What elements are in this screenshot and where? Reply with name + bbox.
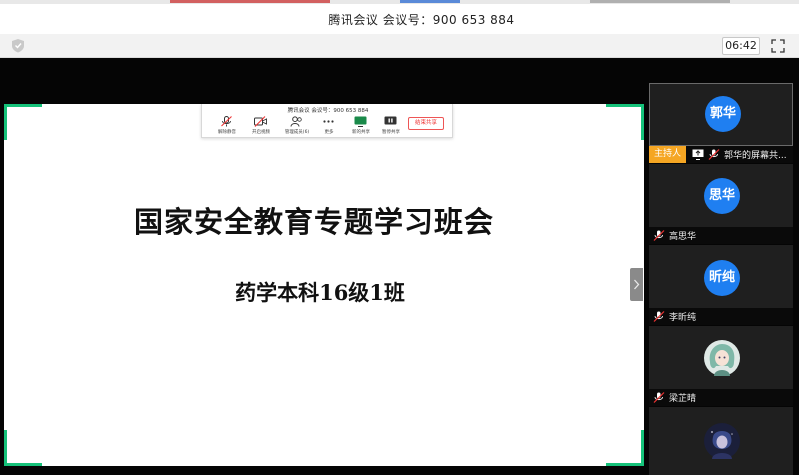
- new-share-icon: [354, 116, 367, 127]
- participant-tile[interactable]: [649, 407, 793, 475]
- participant-name: 李昕纯: [669, 313, 697, 323]
- start-video-button[interactable]: 开启视频: [244, 116, 278, 136]
- mic-muted-icon: [653, 311, 665, 322]
- share-frame-corner: [606, 430, 644, 466]
- shield-icon[interactable]: [11, 38, 25, 53]
- host-badge: 主持人: [649, 146, 686, 163]
- window-title-bar: 腾讯会议 会议号：900 653 884: [0, 0, 799, 34]
- pause-share-button[interactable]: 暂停共享: [374, 116, 408, 136]
- collapse-panel-button[interactable]: [630, 268, 643, 301]
- participant-tile[interactable]: 郭华: [649, 83, 793, 146]
- meeting-timer: 06:42: [722, 37, 760, 55]
- fullscreen-icon[interactable]: [771, 39, 785, 53]
- participant-tile[interactable]: 思华: [649, 164, 793, 227]
- participant-name: 高思华: [669, 232, 697, 242]
- mic-muted-icon: [653, 392, 665, 403]
- slide-title: 国家安全教育专题学习班会: [133, 205, 494, 239]
- participant-tile[interactable]: [649, 326, 793, 389]
- pause-share-icon: [384, 116, 397, 125]
- unmute-button[interactable]: 解除静音: [210, 116, 244, 136]
- share-frame-corner: [4, 104, 42, 140]
- mic-muted-icon: [221, 116, 232, 127]
- screen-share-icon: [692, 149, 704, 160]
- participant-tile[interactable]: 昕纯: [649, 245, 793, 308]
- participant-name-bar: 主持人 郭华的屏幕共...: [649, 146, 793, 163]
- share-frame-corner: [606, 104, 644, 140]
- mic-muted-icon: [653, 230, 665, 241]
- slide-subtitle: 药学本科16级1班: [235, 280, 405, 305]
- participant-name-bar: 李昕纯: [649, 308, 793, 325]
- more-icon: [323, 120, 334, 123]
- camera-off-icon: [254, 116, 267, 127]
- participant-name: 梁芷晴: [669, 394, 697, 404]
- share-frame-corner: [4, 430, 42, 466]
- chevron-right-icon: [634, 279, 640, 290]
- pause-share-label: 暂停共享: [382, 130, 400, 135]
- avatar: 郭华: [705, 96, 741, 132]
- stop-share-button[interactable]: 结束共享: [408, 117, 444, 130]
- avatar: [704, 340, 740, 376]
- participant-name-bar: 梁芷晴: [649, 389, 793, 406]
- avatar: [704, 423, 740, 459]
- mic-muted-icon: [708, 149, 720, 160]
- participant-name-bar: 高思华: [649, 227, 793, 244]
- meeting-status-bar: 06:42: [0, 34, 799, 58]
- shared-screen: 腾讯会议 会议号：900 653 884 解除静音 开启视频 管理成员(6) 更…: [4, 104, 644, 466]
- members-icon: [290, 116, 302, 127]
- share-mini-toolbar: 腾讯会议 会议号：900 653 884 解除静音 开启视频 管理成员(6) 更…: [201, 104, 453, 138]
- avatar: 思华: [704, 178, 740, 214]
- share-meeting-id: 腾讯会议 会议号：900 653 884: [287, 108, 369, 114]
- window-title: 腾讯会议 会议号：900 653 884: [328, 13, 515, 27]
- taskbar-strip: [0, 0, 799, 4]
- avatar: 昕纯: [704, 260, 740, 296]
- participant-name: 郭华的屏幕共...: [724, 151, 787, 161]
